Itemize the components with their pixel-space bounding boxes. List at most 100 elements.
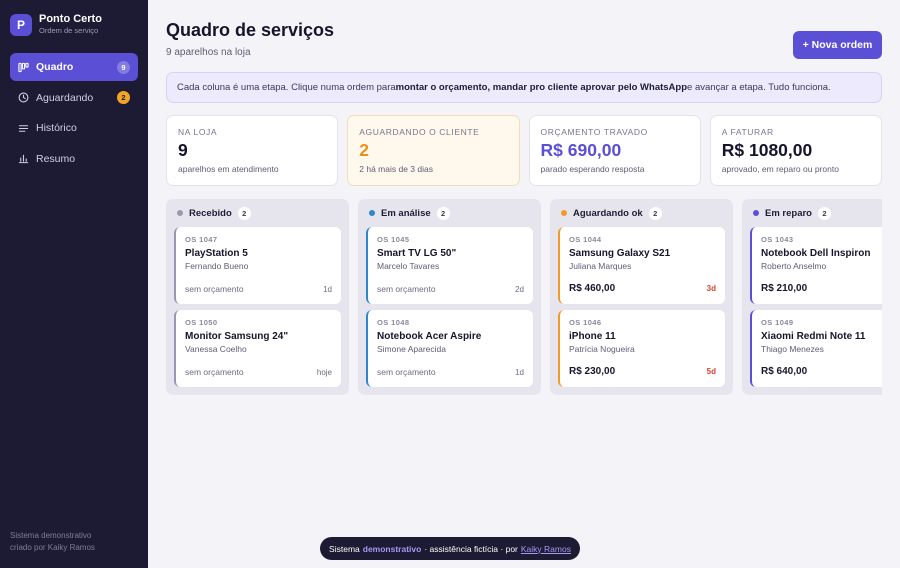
list-icon [18, 123, 29, 134]
new-order-button[interactable]: + Nova ordem [793, 31, 882, 59]
info-text: e avançar a etapa. Tudo funciona. [687, 82, 831, 93]
card-price: R$ 210,00 [761, 283, 808, 294]
stat-description: aparelhos em atendimento [178, 164, 279, 174]
column-em-analise: Em análise 2 OS 1045 Smart TV LG 50" Mar… [358, 199, 541, 395]
column-em-reparo: Em reparo 2 OS 1043 Notebook Dell Inspir… [742, 199, 882, 395]
card-os-number: OS 1046 [569, 318, 602, 327]
order-card[interactable]: OS 1044 Samsung Galaxy S21 Juliana Marqu… [558, 227, 725, 304]
clock-icon [18, 92, 29, 103]
card-age: 1d [515, 367, 524, 377]
column-count: 2 [436, 206, 450, 220]
order-card[interactable]: OS 1048 Notebook Acer Aspire Simone Apar… [366, 310, 533, 387]
stat-value: R$ 1080,00 [721, 140, 813, 160]
sidebar-footer: Sistema demonstrativo criado por Kaiky R… [10, 530, 138, 554]
card-device: PlayStation 5 [185, 248, 248, 259]
toast-highlight: demonstrativo [362, 543, 422, 554]
card-device: Xiaomi Redmi Note 11 [761, 331, 866, 342]
sidebar-item-aguardando[interactable]: Aguardando 2 [10, 84, 138, 112]
stat-label: Orçamento travado [540, 127, 648, 137]
stat-value: 2 [359, 140, 369, 160]
page-subtitle: 9 aparelhos na loja [166, 47, 251, 58]
card-client: Patrícia Nogueira [569, 344, 635, 354]
column-dot [177, 210, 183, 216]
author-link[interactable]: Kaiky Ramos [521, 544, 571, 554]
main-content: Quadro de serviços 9 aparelhos na loja +… [148, 0, 900, 568]
sidebar-item-label: Quadro [36, 61, 74, 73]
card-device: Samsung Galaxy S21 [569, 248, 671, 259]
sidebar-item-historico[interactable]: Histórico [10, 114, 138, 142]
order-card[interactable]: OS 1050 Monitor Samsung 24" Vanessa Coel… [174, 310, 341, 387]
sidebar-item-label: Histórico [36, 122, 77, 134]
info-banner: Cada coluna é uma etapa. Clique numa ord… [166, 72, 882, 103]
sidebar-badge: 9 [117, 60, 130, 74]
card-client: Roberto Anselmo [761, 261, 827, 271]
card-age: hoje [316, 367, 332, 377]
column-header: Em reparo 2 [750, 206, 882, 220]
order-card[interactable]: OS 1046 iPhone 11 Patrícia Nogueira R$ 2… [558, 310, 725, 387]
info-text-bold: montar o orçamento, mandar pro cliente a… [395, 82, 688, 93]
sidebar-item-label: Resumo [36, 152, 76, 165]
column-title: Recebido [189, 207, 232, 219]
sidebar-item-resumo[interactable]: Resumo [10, 145, 138, 173]
card-price: R$ 230,00 [569, 366, 616, 377]
brand-subtitle: Ordem de serviço [39, 26, 99, 35]
stat-description: 2 há mais de 3 dias [359, 164, 433, 174]
column-header: Aguardando ok 2 [558, 206, 725, 220]
page-title: Quadro de serviços [166, 20, 335, 40]
bar-chart-icon [18, 153, 29, 164]
stats-row: Na loja 9 aparelhos em atendimento Aguar… [166, 115, 882, 186]
card-status: sem orçamento [185, 367, 244, 377]
sidebar-item-quadro[interactable]: Quadro 9 [10, 53, 138, 81]
column-count: 2 [818, 206, 831, 220]
brand-name: Ponto Certo [39, 13, 102, 25]
column-header: Em análise 2 [366, 206, 533, 220]
card-status: sem orçamento [377, 284, 436, 294]
card-price: R$ 460,00 [569, 283, 616, 294]
stat-card-aguardando[interactable]: Aguardando o cliente 2 2 há mais de 3 di… [347, 115, 520, 186]
kanban-board[interactable]: Recebido 2 OS 1047 PlayStation 5 Fernand… [166, 199, 882, 395]
card-os-number: OS 1043 [761, 235, 794, 244]
column-count: 2 [237, 206, 251, 220]
column-dot [369, 210, 375, 216]
stat-description: parado esperando resposta [540, 164, 645, 174]
stat-label: A faturar [721, 127, 774, 137]
stat-value: R$ 690,00 [540, 140, 622, 160]
stat-label: Na loja [178, 127, 218, 137]
demo-toast: Sistema demonstrativo · assistência fict… [320, 537, 580, 560]
card-age: 2d [515, 284, 524, 294]
card-age: 3d [706, 284, 716, 293]
card-device: iPhone 11 [569, 331, 616, 342]
column-count: 2 [648, 206, 662, 220]
card-device: Notebook Acer Aspire [377, 331, 482, 342]
order-card[interactable]: OS 1045 Smart TV LG 50" Marcelo Tavares … [366, 227, 533, 304]
card-os-number: OS 1048 [377, 318, 410, 327]
card-client: Thiago Menezes [761, 344, 824, 354]
stat-card-orcamento-travado: Orçamento travado R$ 690,00 parado esper… [528, 115, 701, 186]
sidebar-footer-line: criado por Kaiky Ramos [10, 543, 95, 552]
column-recebido: Recebido 2 OS 1047 PlayStation 5 Fernand… [166, 199, 349, 395]
card-os-number: OS 1049 [761, 318, 794, 327]
toast-text: Sistema [329, 543, 360, 554]
sidebar-footer-line: Sistema demonstrativo [10, 531, 92, 540]
card-device: Monitor Samsung 24" [185, 331, 289, 342]
column-title: Aguardando ok [573, 207, 643, 219]
column-title: Em reparo [765, 207, 812, 219]
column-title: Em análise [381, 207, 431, 219]
stat-card-na-loja: Na loja 9 aparelhos em atendimento [166, 115, 339, 186]
sidebar-nav: Quadro 9 Aguardando 2 Histórico Resumo [0, 49, 148, 179]
card-client: Fernando Bueno [185, 261, 249, 271]
toast-text: · assistência fictícia · por [424, 543, 518, 554]
card-os-number: OS 1045 [377, 235, 410, 244]
stat-card-a-faturar: A faturar R$ 1080,00 aprovado, em reparo… [709, 115, 882, 186]
order-card[interactable]: OS 1043 Notebook Dell Inspiron Roberto A… [750, 227, 882, 304]
brand[interactable]: P Ponto Certo Ordem de serviço [0, 0, 148, 49]
card-client: Juliana Marques [569, 261, 632, 271]
order-card[interactable]: OS 1047 PlayStation 5 Fernando Bueno sem… [174, 227, 341, 304]
card-client: Vanessa Coelho [185, 344, 247, 354]
order-card[interactable]: OS 1049 Xiaomi Redmi Note 11 Thiago Mene… [750, 310, 882, 387]
stat-label: Aguardando o cliente [359, 127, 480, 137]
card-os-number: OS 1050 [185, 318, 218, 327]
card-age: 5d [706, 367, 716, 376]
card-price: R$ 640,00 [761, 366, 808, 377]
sidebar-badge: 2 [117, 91, 130, 104]
